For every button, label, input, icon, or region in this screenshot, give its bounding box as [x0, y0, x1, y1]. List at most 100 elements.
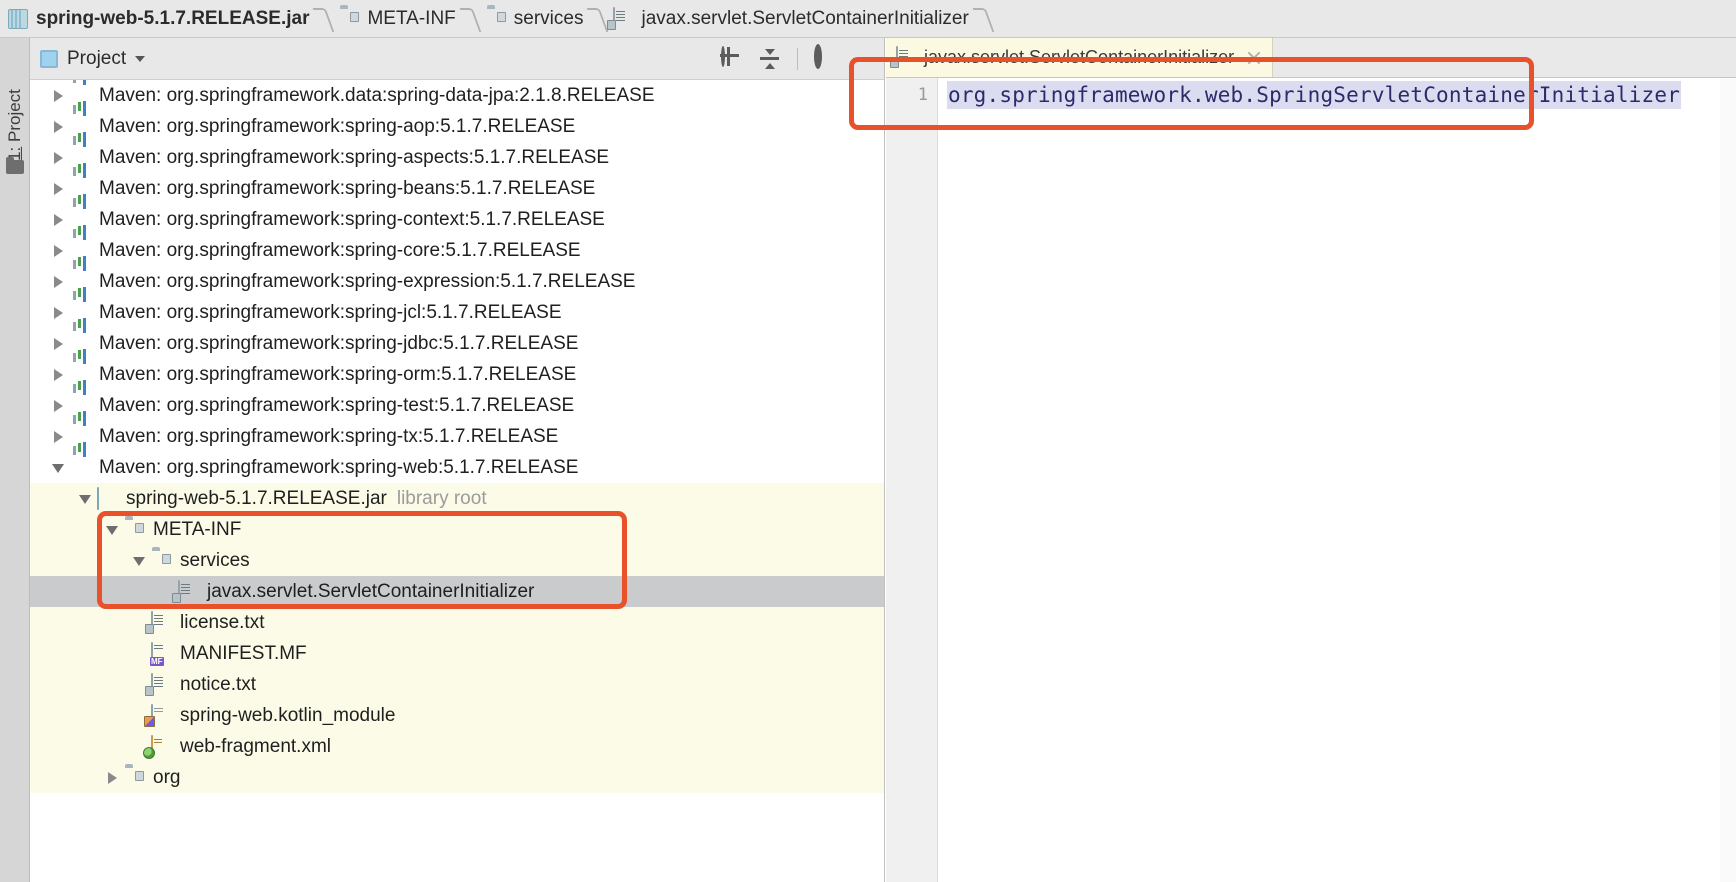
- breadcrumb-item-jar[interactable]: spring-web-5.1.7.RELEASE.jar: [0, 0, 315, 38]
- tree-row[interactable]: Maven: org.springframework:spring-contex…: [30, 204, 884, 235]
- chevron-down-icon[interactable]: [48, 452, 70, 483]
- tree-row[interactable]: spring-web.kotlin_module: [30, 700, 884, 731]
- sidebar-item-project[interactable]: 1: Project: [0, 50, 30, 200]
- tree-row[interactable]: MANIFEST.MF: [30, 638, 884, 669]
- chevron-right-icon[interactable]: [48, 111, 70, 142]
- breadcrumb-label: spring-web-5.1.7.RELEASE.jar: [36, 8, 309, 30]
- chevron-right-icon[interactable]: [48, 328, 70, 359]
- chevron-right-icon[interactable]: [48, 421, 70, 452]
- tree-row-label: Maven: org.springframework:spring-expres…: [99, 271, 635, 293]
- breadcrumb-label: services: [514, 8, 584, 30]
- tool-window-label: Project: [5, 89, 24, 142]
- manifest-icon: [151, 643, 173, 665]
- chevron-right-icon[interactable]: [102, 762, 124, 793]
- editor-right-gutter[interactable]: [1720, 78, 1736, 882]
- xml-icon: [151, 736, 173, 758]
- chevron-down-icon[interactable]: [75, 483, 97, 514]
- folder-icon: [6, 160, 24, 174]
- chevron-down-icon[interactable]: [102, 514, 124, 545]
- tree-row-suffix: library root: [397, 488, 487, 510]
- chevron-down-icon[interactable]: [129, 545, 151, 576]
- code-text: org.springframework.web.SpringServletCon…: [947, 81, 1681, 109]
- editor-tab-label: javax.servlet.ServletContainerInitialize…: [924, 47, 1234, 68]
- tree-row[interactable]: Maven: org.springframework:spring-aspect…: [30, 142, 884, 173]
- tree-row[interactable]: notice.txt: [30, 669, 884, 700]
- breadcrumb: spring-web-5.1.7.RELEASE.jar META-INF se…: [0, 0, 1736, 38]
- breadcrumb-label: META-INF: [367, 8, 455, 30]
- chevron-down-icon[interactable]: [135, 56, 145, 62]
- tree-row[interactable]: Maven: org.springframework:spring-aop:5.…: [30, 111, 884, 142]
- tree-row-label: Maven: org.springframework:spring-web:5.…: [99, 457, 578, 479]
- left-tool-strip: 1: Project: [0, 38, 30, 882]
- maven-icon: [70, 395, 92, 417]
- maven-icon: [70, 457, 92, 479]
- maven-icon: [70, 364, 92, 386]
- chevron-right-icon[interactable]: [48, 266, 70, 297]
- tree-row[interactable]: org: [30, 762, 884, 793]
- project-tool-window: Project Maven: org.springframework.data:…: [30, 38, 885, 882]
- panel-toolbar: [721, 48, 874, 70]
- tree-row-label: license.txt: [180, 612, 264, 634]
- file-icon: [151, 612, 173, 634]
- chevron-right-icon[interactable]: [48, 297, 70, 328]
- tree-row-label: spring-web-5.1.7.RELEASE.jar: [126, 488, 387, 510]
- tree-row[interactable]: Maven: org.springframework:spring-orm:5.…: [30, 359, 884, 390]
- breadcrumb-separator: [589, 0, 605, 38]
- tree-row[interactable]: Maven: org.springframework:spring-beans:…: [30, 173, 884, 204]
- tree-row-label: javax.servlet.ServletContainerInitialize…: [207, 581, 534, 603]
- folder-icon: [151, 550, 173, 572]
- maven-icon: [70, 178, 92, 200]
- tree-row[interactable]: Maven: org.springframework:spring-core:5…: [30, 235, 884, 266]
- minimize-icon[interactable]: [852, 48, 874, 70]
- tree-row[interactable]: META-INF: [30, 514, 884, 545]
- editor-tab[interactable]: javax.servlet.ServletContainerInitialize…: [886, 38, 1273, 77]
- tree-row-label: org: [153, 767, 180, 789]
- tree-row-label: META-INF: [153, 519, 241, 541]
- tree-row[interactable]: javax.servlet.ServletContainerInitialize…: [30, 576, 884, 607]
- tree-row[interactable]: services: [30, 545, 884, 576]
- chevron-right-icon[interactable]: [48, 359, 70, 390]
- project-tree[interactable]: Maven: org.springframework.data:spring-d…: [30, 80, 884, 882]
- tree-row-label: Maven: org.springframework:spring-test:5…: [99, 395, 574, 417]
- tree-row[interactable]: Maven: org.springframework:spring-tx:5.1…: [30, 421, 884, 452]
- editor-body: 1 org.springframework.web.SpringServletC…: [886, 78, 1736, 882]
- chevron-right-icon[interactable]: [48, 235, 70, 266]
- tree-row-label: Maven: org.springframework.data:spring-d…: [99, 85, 655, 107]
- tree-row[interactable]: Maven: org.springframework:spring-test:5…: [30, 390, 884, 421]
- tree-row[interactable]: Maven: org.springframework:spring-jdbc:5…: [30, 328, 884, 359]
- folder-icon: [124, 767, 146, 789]
- chevron-right-icon[interactable]: [48, 80, 70, 111]
- maven-icon: [70, 85, 92, 107]
- tree-row[interactable]: spring-web-5.1.7.RELEASE.jar library root: [30, 483, 884, 514]
- breadcrumb-item-meta-inf[interactable]: META-INF: [331, 0, 461, 38]
- panel-title: Project: [67, 48, 126, 70]
- breadcrumb-item-file[interactable]: javax.servlet.ServletContainerInitialize…: [605, 0, 974, 38]
- tree-row[interactable]: Maven: org.springframework:spring-web:5.…: [30, 452, 884, 483]
- maven-icon: [70, 209, 92, 231]
- file-icon: [151, 674, 173, 696]
- gear-icon[interactable]: [814, 48, 836, 70]
- editor-gutter: 1: [886, 78, 938, 882]
- tree-row-label: MANIFEST.MF: [180, 643, 307, 665]
- locate-icon[interactable]: [721, 48, 743, 70]
- code-area[interactable]: org.springframework.web.SpringServletCon…: [939, 78, 1736, 882]
- tree-row[interactable]: license.txt: [30, 607, 884, 638]
- tree-row[interactable]: web-fragment.xml: [30, 731, 884, 762]
- chevron-right-icon[interactable]: [48, 390, 70, 421]
- tree-row[interactable]: Maven: org.springframework:spring-jcl:5.…: [30, 297, 884, 328]
- idea-window: spring-web-5.1.7.RELEASE.jar META-INF se…: [0, 0, 1736, 882]
- tree-row-label: services: [180, 550, 250, 572]
- chevron-right-icon[interactable]: [48, 173, 70, 204]
- tree-row-label: spring-web.kotlin_module: [180, 705, 395, 727]
- line-number: 1: [918, 85, 928, 105]
- tree-row[interactable]: Maven: org.springframework:spring-expres…: [30, 266, 884, 297]
- tree-row[interactable]: Maven: org.springframework.data:spring-d…: [30, 80, 884, 111]
- chevron-right-icon[interactable]: [48, 204, 70, 235]
- breadcrumb-item-services[interactable]: services: [478, 0, 590, 38]
- chevron-right-icon[interactable]: [48, 142, 70, 173]
- tree-row-label: Maven: org.springframework:spring-aop:5.…: [99, 116, 575, 138]
- close-icon[interactable]: [1246, 50, 1262, 66]
- collapse-all-icon[interactable]: [759, 48, 781, 70]
- tree-row-label: Maven: org.springframework:spring-jdbc:5…: [99, 333, 578, 355]
- code-line[interactable]: org.springframework.web.SpringServletCon…: [939, 78, 1681, 112]
